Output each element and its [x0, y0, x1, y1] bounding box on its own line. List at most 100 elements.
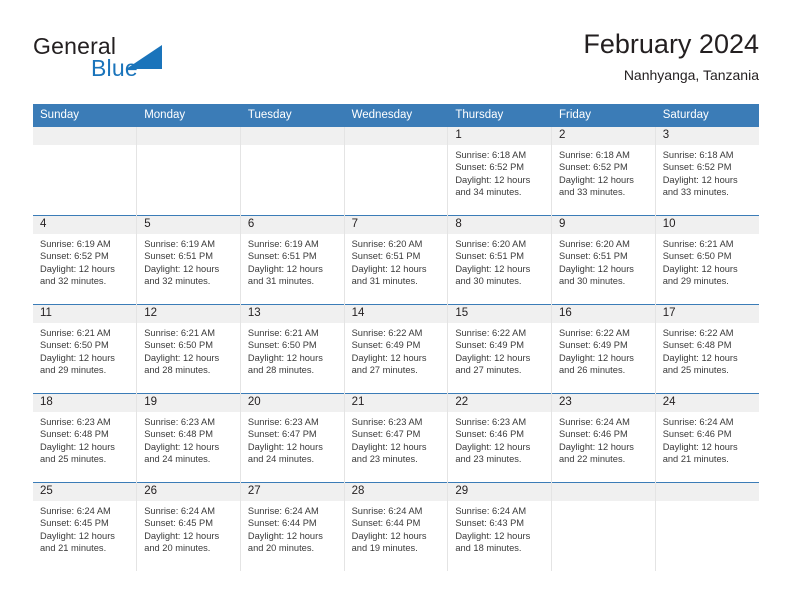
calendar-cell-day[interactable]: 4 Sunrise: 6:19 AM Sunset: 6:52 PM Daylight… [33, 215, 138, 305]
brand-name-blue: Blue [91, 55, 138, 81]
daylight-duration-line1: Daylight: 12 hours [144, 441, 220, 452]
daylight-duration-line1: Daylight: 12 hours [662, 263, 738, 274]
daylight-duration-line1: Daylight: 12 hours [40, 441, 115, 452]
calendar-cell-day[interactable]: 3 Sunrise: 6:18 AM Sunset: 6:52 PM Daylight… [655, 126, 759, 216]
sunrise-time: Sunrise: 6:21 AM [144, 328, 216, 338]
calendar-cell-day[interactable]: 18 Sunrise: 6:23 AM Sunset: 6:48 PM Dayligh… [33, 393, 138, 483]
day-number: 9 [552, 216, 655, 234]
sunrise-time: Sunrise: 6:18 AM [455, 150, 527, 160]
sunrise-time: Sunrise: 6:20 AM [455, 239, 527, 249]
weekday-header-row: Sunday Monday Tuesday Wednesday Thursday… [33, 104, 759, 127]
day-number [655, 483, 759, 501]
calendar-cell-day[interactable]: 22 Sunrise: 6:23 AM Sunset: 6:46 PM Dayligh… [447, 393, 553, 483]
calendar-cell-day[interactable]: 16 Sunrise: 6:22 AM Sunset: 6:49 PM Dayligh… [551, 304, 656, 394]
calendar-cell-day[interactable]: 12 Sunrise: 6:21 AM Sunset: 6:50 PM Dayligh… [136, 304, 241, 394]
daylight-duration-line1: Daylight: 12 hours [40, 263, 115, 274]
weekday-header-wednesday: Wednesday [344, 104, 449, 127]
calendar-cell-day[interactable]: 11 Sunrise: 6:21 AM Sunset: 6:50 PM Dayligh… [33, 304, 138, 394]
day-number [33, 127, 137, 145]
title-block: February 2024 Nanhyanga, Tanzania [583, 28, 759, 84]
brand-logo[interactable]: General Blue [33, 33, 263, 89]
page-title: February 2024 [583, 29, 759, 59]
day-details: Sunrise: 6:22 AM Sunset: 6:49 PM Daylight:… [552, 323, 655, 377]
sunset-time: Sunset: 6:49 PM [455, 340, 525, 351]
day-number [240, 127, 344, 145]
daylight-duration-line2: and 30 minutes. [455, 276, 522, 287]
day-number: 16 [552, 305, 655, 323]
day-details: Sunrise: 6:24 AM Sunset: 6:43 PM Daylight:… [448, 501, 551, 555]
daylight-duration-line1: Daylight: 12 hours [351, 352, 427, 363]
calendar-cell-day[interactable]: 9 Sunrise: 6:20 AM Sunset: 6:51 PM Daylight… [551, 215, 656, 305]
calendar-cell-day[interactable]: 29 Sunrise: 6:24 AM Sunset: 6:43 PM Dayligh… [447, 482, 553, 571]
daylight-duration-line1: Daylight: 12 hours [455, 441, 531, 452]
day-number: 11 [33, 305, 137, 323]
daylight-duration-line1: Daylight: 12 hours [662, 174, 738, 185]
day-number: 29 [448, 483, 552, 501]
calendar-cell-day[interactable]: 21 Sunrise: 6:23 AM Sunset: 6:47 PM Dayligh… [344, 393, 449, 483]
calendar-cell-day[interactable]: 14 Sunrise: 6:22 AM Sunset: 6:49 PM Dayligh… [344, 304, 449, 394]
day-details: Sunrise: 6:18 AM Sunset: 6:52 PM Daylight:… [656, 145, 759, 199]
calendar-cell-day[interactable]: 28 Sunrise: 6:24 AM Sunset: 6:44 PM Dayligh… [344, 482, 449, 571]
calendar-cell-day[interactable]: 15 Sunrise: 6:22 AM Sunset: 6:49 PM Dayligh… [447, 304, 553, 394]
calendar-cell-day[interactable]: 17 Sunrise: 6:22 AM Sunset: 6:48 PM Dayligh… [655, 304, 759, 394]
daylight-duration-line1: Daylight: 12 hours [247, 263, 323, 274]
calendar-cell-empty [33, 126, 138, 216]
calendar-cell-day[interactable]: 2 Sunrise: 6:18 AM Sunset: 6:52 PM Daylight… [551, 126, 656, 216]
sunset-time: Sunset: 6:51 PM [144, 251, 213, 262]
calendar-cell-day[interactable]: 24 Sunrise: 6:24 AM Sunset: 6:46 PM Dayligh… [655, 393, 759, 483]
daylight-duration-line2: and 25 minutes. [40, 454, 107, 465]
daylight-duration-line1: Daylight: 12 hours [559, 263, 634, 274]
sunset-time: Sunset: 6:51 PM [247, 251, 317, 262]
sunset-time: Sunset: 6:48 PM [144, 429, 213, 440]
calendar-cell-day[interactable]: 26 Sunrise: 6:24 AM Sunset: 6:45 PM Dayligh… [136, 482, 241, 571]
day-details: Sunrise: 6:19 AM Sunset: 6:51 PM Daylight:… [137, 234, 240, 288]
daylight-duration-line1: Daylight: 12 hours [247, 530, 323, 541]
calendar-cell-day[interactable]: 8 Sunrise: 6:20 AM Sunset: 6:51 PM Daylight… [447, 215, 553, 305]
day-number: 10 [655, 216, 759, 234]
sunrise-time: Sunrise: 6:23 AM [455, 417, 527, 427]
day-number: 28 [344, 483, 448, 501]
daylight-duration-line1: Daylight: 12 hours [40, 352, 115, 363]
daylight-duration-line1: Daylight: 12 hours [455, 174, 531, 185]
calendar-cell-day[interactable]: 20 Sunrise: 6:23 AM Sunset: 6:47 PM Dayligh… [240, 393, 345, 483]
sunset-time: Sunset: 6:52 PM [40, 251, 109, 262]
calendar-cell-empty [551, 482, 656, 571]
calendar-cell-day[interactable]: 23 Sunrise: 6:24 AM Sunset: 6:46 PM Dayligh… [551, 393, 656, 483]
weekday-header-monday: Monday [136, 104, 241, 127]
calendar-cell-day[interactable]: 19 Sunrise: 6:23 AM Sunset: 6:48 PM Dayligh… [136, 393, 241, 483]
calendar-cell-day[interactable]: 5 Sunrise: 6:19 AM Sunset: 6:51 PM Daylight… [136, 215, 241, 305]
day-number: 2 [552, 127, 655, 145]
calendar-cell-day[interactable]: 6 Sunrise: 6:19 AM Sunset: 6:51 PM Daylight… [240, 215, 345, 305]
sunrise-time: Sunrise: 6:19 AM [144, 239, 216, 249]
daylight-duration-line2: and 32 minutes. [40, 276, 107, 287]
daylight-duration-line1: Daylight: 12 hours [247, 352, 323, 363]
calendar-cell-day[interactable]: 27 Sunrise: 6:24 AM Sunset: 6:44 PM Dayligh… [240, 482, 345, 571]
sunrise-time: Sunrise: 6:24 AM [559, 417, 630, 427]
sunrise-time: Sunrise: 6:18 AM [662, 150, 734, 160]
calendar-cell-day[interactable]: 25 Sunrise: 6:24 AM Sunset: 6:45 PM Dayligh… [33, 482, 138, 571]
calendar-cell-day[interactable]: 7 Sunrise: 6:20 AM Sunset: 6:51 PM Daylight… [344, 215, 449, 305]
sunset-time: Sunset: 6:51 PM [559, 251, 628, 262]
sunrise-time: Sunrise: 6:23 AM [247, 417, 319, 427]
day-details: Sunrise: 6:18 AM Sunset: 6:52 PM Daylight:… [552, 145, 655, 199]
daylight-duration-line1: Daylight: 12 hours [247, 441, 323, 452]
sunset-time: Sunset: 6:45 PM [144, 518, 213, 529]
sunrise-time: Sunrise: 6:24 AM [455, 506, 527, 516]
sunrise-time: Sunrise: 6:20 AM [351, 239, 423, 249]
day-details: Sunrise: 6:21 AM Sunset: 6:50 PM Daylight:… [656, 234, 759, 288]
calendar-cell-day[interactable]: 1 Sunrise: 6:18 AM Sunset: 6:52 PM Daylight… [447, 126, 553, 216]
calendar-cell-day[interactable]: 10 Sunrise: 6:21 AM Sunset: 6:50 PM Dayligh… [655, 215, 759, 305]
day-details: Sunrise: 6:18 AM Sunset: 6:52 PM Daylight:… [448, 145, 551, 199]
daylight-duration-line2: and 21 minutes. [40, 543, 107, 554]
day-number: 17 [655, 305, 759, 323]
day-number: 26 [137, 483, 240, 501]
sunset-time: Sunset: 6:52 PM [455, 162, 525, 173]
weekday-header-friday: Friday [551, 104, 656, 127]
sunrise-time: Sunrise: 6:21 AM [662, 239, 734, 249]
sunrise-time: Sunrise: 6:19 AM [40, 239, 111, 249]
calendar-cell-day[interactable]: 13 Sunrise: 6:21 AM Sunset: 6:50 PM Dayligh… [240, 304, 345, 394]
day-number: 12 [137, 305, 240, 323]
daylight-duration-line1: Daylight: 12 hours [351, 530, 427, 541]
daylight-duration-line1: Daylight: 12 hours [455, 263, 531, 274]
sunset-time: Sunset: 6:46 PM [455, 429, 525, 440]
